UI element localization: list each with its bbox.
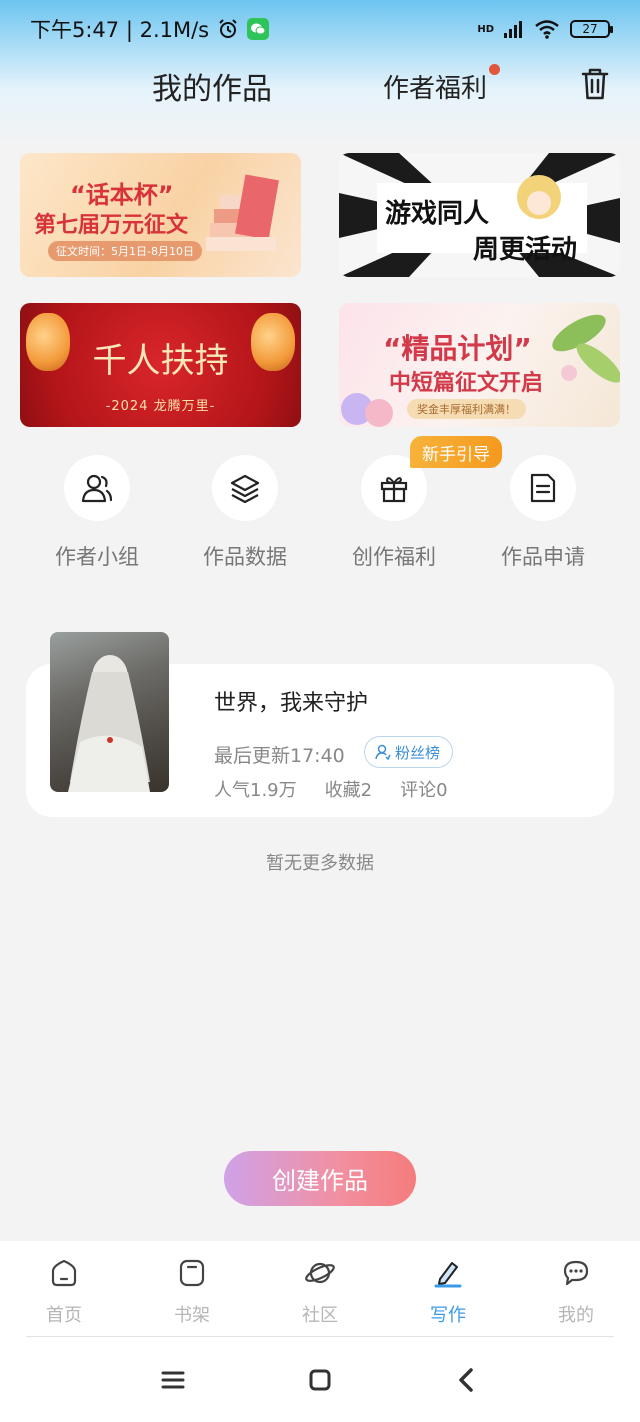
system-nav-bar (0, 1337, 640, 1422)
nav-writing[interactable]: 写作 (398, 1257, 498, 1327)
banner-thousand-support[interactable]: 千人扶持 -2024 龙腾万里- (20, 303, 301, 427)
nav-label: 首页 (46, 1305, 82, 1326)
nav-community[interactable]: 社区 (270, 1257, 370, 1327)
battery-level: 27 (582, 22, 598, 36)
page-title: 我的作品 (152, 72, 272, 107)
home-icon (51, 1259, 77, 1287)
fans-rank-label: 粉丝榜 (395, 743, 441, 762)
document-icon (530, 473, 556, 503)
people-icon (81, 474, 113, 503)
last-updated: 最后更新17:40 (214, 745, 345, 767)
banner-title: “精品计划” (383, 332, 532, 365)
quick-label: 作者小组 (55, 545, 139, 569)
quick-label: 作品申请 (501, 545, 585, 569)
banner-subtitle: 周更活动 (473, 235, 578, 265)
fans-rank-button[interactable]: 粉丝榜 (364, 736, 454, 768)
cover-figure (68, 655, 150, 792)
favorites-stat: 收藏2 (324, 780, 373, 801)
quick-work-data[interactable]: 作品数据 (185, 455, 305, 571)
user-icon (375, 744, 391, 760)
popularity-stat: 人气1.9万 (214, 780, 297, 801)
banner-date: 征文时间：5月1日-8月10日 (48, 241, 202, 261)
quick-label: 作品数据 (203, 545, 287, 569)
nav-label: 书架 (174, 1305, 210, 1326)
author-benefit-tab[interactable]: 作者福利 (383, 68, 487, 105)
banner-title: 千人扶持 (92, 341, 229, 381)
work-data-button[interactable] (212, 455, 278, 521)
book-cover[interactable] (50, 632, 169, 792)
menu-icon[interactable] (158, 1365, 188, 1395)
network-hd-label: HD (477, 23, 494, 35)
banner-pill: 奖金丰厚福利满满！ (407, 399, 526, 419)
nav-label: 我的 (558, 1305, 594, 1326)
wechat-icon (247, 18, 270, 40)
back-icon[interactable] (452, 1365, 482, 1395)
alarm-icon (219, 19, 237, 38)
layers-icon (230, 474, 260, 503)
banner-subtitle: 第七届万元征文 (34, 213, 189, 238)
banner-huaben-contest[interactable]: “话本杯” 第七届万元征文 征文时间：5月1日-8月10日 (20, 153, 301, 277)
gift-icon (380, 477, 408, 503)
books-illustration (206, 174, 279, 251)
nav-label: 写作 (430, 1305, 466, 1326)
banner-subtitle: 中短篇征文开启 (389, 371, 544, 396)
nav-label: 社区 (302, 1305, 338, 1326)
chat-bubble-icon (563, 1260, 589, 1286)
work-apply-button[interactable] (510, 455, 576, 521)
home-square-icon[interactable] (305, 1365, 335, 1395)
comments-stat: 评论0 (400, 780, 448, 801)
status-bar: 下午5:47 | 2.1M/s HD 27 (0, 0, 640, 58)
banner-title: 游戏同人 (385, 199, 490, 229)
trash-icon[interactable] (578, 66, 612, 102)
banner-subtitle: -2024 龙腾万里- (105, 399, 216, 414)
notification-dot (489, 64, 500, 75)
app-header: 我的作品 作者福利 (0, 58, 640, 114)
status-time: 下午5:47 | 2.1M/s (30, 18, 210, 42)
banner-quality-plan[interactable]: “精品计划” 中短篇征文开启 奖金丰厚福利满满！ (339, 303, 620, 427)
battery-indicator: 27 (570, 20, 613, 38)
create-work-button[interactable]: 创建作品 (224, 1151, 416, 1206)
planet-icon (305, 1262, 335, 1284)
quick-creation-benefit[interactable]: 创作福利 (334, 455, 454, 571)
banner-game-fanfic[interactable]: 游戏同人 周更活动 (339, 153, 620, 277)
quick-work-apply[interactable]: 作品申请 (483, 455, 603, 571)
signal-icon (504, 21, 522, 38)
banner-title: “话本杯” (70, 181, 174, 209)
no-more-data-text: 暂无更多数据 (266, 853, 374, 874)
bottom-nav: 首页 书架 社区 写作 我的 (0, 1241, 640, 1337)
bookshelf-icon (179, 1259, 205, 1287)
nav-mine[interactable]: 我的 (526, 1257, 626, 1327)
work-title[interactable]: 世界，我来守护 (214, 685, 368, 717)
nav-bookshelf[interactable]: 书架 (142, 1257, 242, 1327)
pen-icon (434, 1262, 462, 1288)
beginner-guide-tag[interactable]: 新手引导 (410, 436, 502, 468)
wifi-icon (535, 20, 559, 39)
work-stats: 人气1.9万 收藏2 评论0 (214, 776, 448, 802)
quick-label: 创作福利 (352, 545, 436, 569)
author-group-button[interactable] (64, 455, 130, 521)
quick-author-group[interactable]: 作者小组 (37, 455, 157, 571)
nav-home[interactable]: 首页 (14, 1257, 114, 1327)
